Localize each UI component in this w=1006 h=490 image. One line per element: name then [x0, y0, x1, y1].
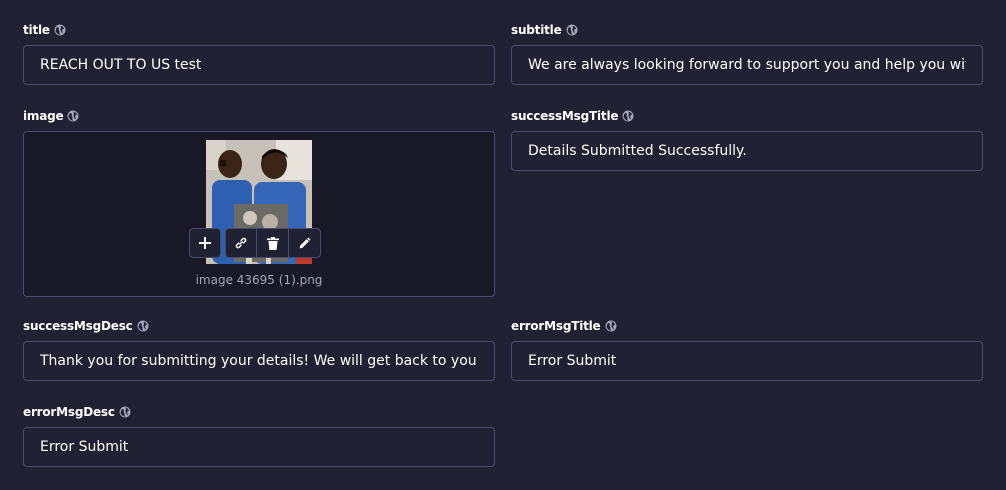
delete-image-button[interactable]: [257, 228, 289, 258]
globe-icon: [605, 320, 616, 332]
link-icon: [235, 237, 247, 249]
pencil-icon: [299, 237, 311, 248]
success-msg-title-label: successMsgTitle: [511, 109, 619, 123]
error-msg-title-input[interactable]: Error Submit: [511, 341, 983, 381]
error-msg-desc-input[interactable]: Error Submit: [23, 427, 495, 467]
error-msg-title-label: errorMsgTitle: [511, 319, 601, 333]
globe-icon: [137, 320, 149, 332]
image-toolbar: [189, 228, 321, 260]
field-label-row: successMsgTitle: [511, 108, 634, 124]
field-label-row: errorMsgTitle: [511, 318, 617, 334]
success-msg-desc-label: successMsgDesc: [23, 319, 133, 333]
field-label-row: successMsgDesc: [23, 318, 149, 334]
field-label-row: image: [23, 108, 79, 124]
subtitle-input[interactable]: We are always looking forward to support…: [511, 45, 983, 85]
field-label-row: errorMsgDesc: [23, 404, 131, 420]
image-label: image: [23, 109, 64, 123]
globe-icon: [622, 110, 634, 122]
field-label-row: title: [23, 22, 66, 38]
success-msg-title-input[interactable]: Details Submitted Successfully.: [511, 131, 983, 171]
trash-icon: [266, 236, 279, 250]
image-filename: image 43695 (1).png: [195, 273, 323, 287]
add-image-button[interactable]: [189, 228, 221, 258]
globe-icon: [67, 110, 79, 122]
subtitle-label: subtitle: [511, 23, 562, 37]
success-msg-desc-input[interactable]: Thank you for submitting your details! W…: [23, 341, 495, 381]
error-msg-desc-label: errorMsgDesc: [23, 405, 115, 419]
globe-icon: [566, 24, 578, 36]
plus-icon: [199, 237, 211, 249]
title-label: title: [23, 23, 50, 37]
globe-icon: [119, 406, 131, 418]
title-input[interactable]: REACH OUT TO US test: [23, 45, 495, 85]
globe-icon: [54, 24, 66, 36]
image-dropzone[interactable]: image 43695 (1).png: [23, 131, 495, 297]
copy-link-button[interactable]: [225, 228, 257, 258]
field-label-row: subtitle: [511, 22, 578, 38]
edit-image-button[interactable]: [289, 228, 321, 258]
